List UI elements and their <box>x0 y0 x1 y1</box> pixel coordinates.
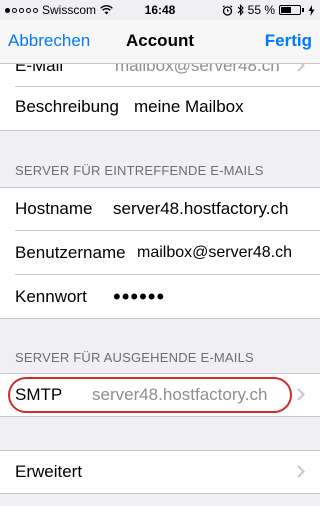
smtp-row[interactable]: SMTP server48.hostfactory.ch <box>0 373 320 417</box>
advanced-label: Erweitert <box>15 462 83 481</box>
bluetooth-icon <box>237 4 244 16</box>
alarm-icon <box>222 4 233 16</box>
navigation-bar: Abbrechen Account Fertig <box>0 20 320 64</box>
incoming-section-header: SERVER FÜR EINTREFFENDE E-MAILS <box>15 163 264 178</box>
battery-icon <box>279 5 301 15</box>
chevron-right-icon <box>297 465 305 478</box>
description-value[interactable]: meine Mailbox <box>134 97 244 117</box>
smtp-label: SMTP <box>15 385 63 404</box>
description-label: Beschreibung <box>15 97 119 116</box>
hostname-row[interactable]: Hostname server48.hostfactory.ch <box>0 187 320 231</box>
outgoing-section-header: SERVER FÜR AUSGEHENDE E-MAILS <box>15 350 254 365</box>
chevron-right-icon <box>297 388 305 401</box>
username-value[interactable]: mailbox@server48.ch <box>137 244 292 262</box>
status-right: 55 % <box>222 3 315 17</box>
password-value[interactable]: •••••• <box>113 284 165 310</box>
description-row[interactable]: Beschreibung meine Mailbox <box>0 87 320 131</box>
hostname-value[interactable]: server48.hostfactory.ch <box>113 199 288 219</box>
username-row[interactable]: Benutzername mailbox@server48.ch <box>0 231 320 275</box>
battery-percent: 55 % <box>247 3 275 17</box>
status-bar: Swisscom 16:48 55 % <box>0 0 320 20</box>
hostname-label: Hostname <box>15 199 93 218</box>
username-label: Benutzername <box>15 243 126 262</box>
done-button[interactable]: Fertig <box>265 31 312 51</box>
password-label: Kennwort <box>15 287 87 306</box>
password-row[interactable]: Kennwort •••••• <box>0 275 320 319</box>
advanced-row[interactable]: Erweitert <box>0 450 320 494</box>
smtp-value: server48.hostfactory.ch <box>92 385 268 404</box>
charging-icon <box>308 4 315 16</box>
